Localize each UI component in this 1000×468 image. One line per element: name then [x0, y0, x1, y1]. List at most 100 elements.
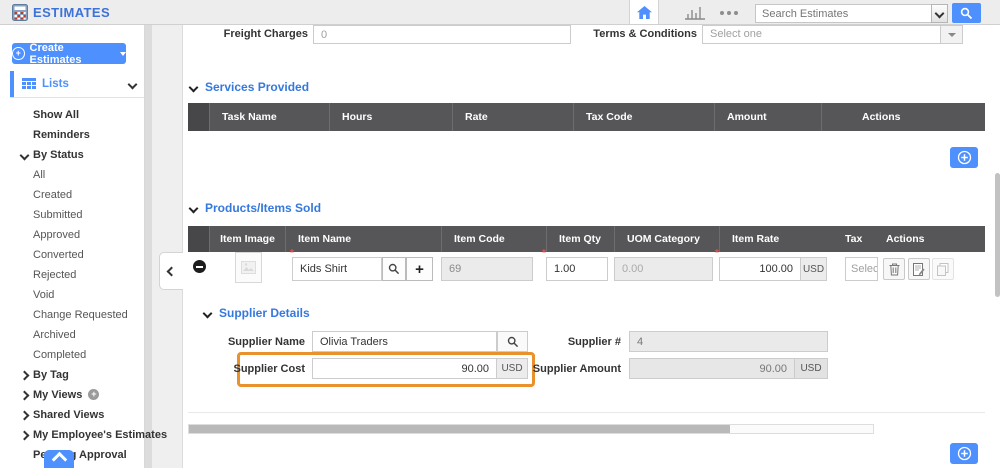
item-image-placeholder[interactable]	[235, 252, 262, 283]
search-icon	[960, 7, 973, 20]
home-icon	[637, 6, 652, 19]
sidebar-item-created[interactable]: Created	[0, 185, 145, 205]
chevron-right-icon	[20, 371, 30, 381]
column-item-image: Item Image	[209, 226, 285, 252]
services-lead-column	[188, 103, 209, 131]
chevron-right-icon	[20, 391, 30, 401]
reports-button[interactable]	[683, 5, 707, 20]
chevron-down-icon	[189, 203, 199, 213]
chevron-left-icon	[167, 266, 177, 276]
trash-icon	[889, 263, 900, 276]
sidebar-item-change-requested[interactable]: Change Requested	[0, 305, 145, 325]
item-name-input[interactable]	[292, 257, 382, 281]
create-estimates-label: Create Estimates	[30, 42, 115, 66]
chevron-down-icon	[189, 82, 199, 92]
products-table-header: Item Image Item Name Item Code Item Qty …	[188, 226, 985, 252]
chevron-right-icon	[20, 411, 30, 421]
services-table-header: Task Name Hours Rate Tax Code Amount Act…	[188, 103, 985, 131]
chevron-down-icon	[128, 79, 138, 89]
column-tax-code: Tax Code	[573, 103, 714, 131]
more-options-icon[interactable]	[720, 11, 738, 15]
label: By Status	[33, 149, 84, 161]
plus-circle-icon: +	[12, 47, 25, 60]
vertical-scrollbar-thumb[interactable]	[995, 173, 1000, 297]
sidebar-collapse-handle[interactable]	[159, 252, 183, 290]
supplier-section-header[interactable]: Supplier Details	[204, 306, 310, 320]
sidebar-item-completed[interactable]: Completed	[0, 345, 145, 365]
horizontal-scrollbar[interactable]	[188, 424, 874, 434]
scroll-to-top-button[interactable]	[44, 450, 74, 468]
search-input[interactable]	[755, 4, 939, 23]
add-product-button[interactable]	[950, 443, 978, 464]
sidebar-item-submitted[interactable]: Submitted	[0, 205, 145, 225]
supplier-name-input[interactable]	[312, 331, 497, 352]
search-icon	[507, 336, 519, 348]
column-item-name: Item Name	[285, 226, 441, 252]
item-code-input	[441, 257, 533, 281]
item-search-button[interactable]	[382, 257, 406, 281]
supplier-cost-input[interactable]	[312, 358, 497, 379]
products-section-header[interactable]: Products/Items Sold	[190, 201, 321, 215]
section-divider	[188, 412, 985, 413]
horizontal-scrollbar-thumb[interactable]	[189, 425, 730, 433]
sidebar-item-by-tag[interactable]: By Tag	[0, 365, 145, 385]
search-options-dropdown[interactable]	[931, 4, 948, 23]
sidebar-item-show-all[interactable]: Show All	[0, 105, 145, 125]
sidebar-item-my-employees-estimates[interactable]: My Employee's Estimates	[0, 425, 145, 445]
uom-category-input	[614, 257, 713, 281]
item-qty-input[interactable]	[546, 257, 608, 281]
caret-down-icon	[948, 33, 956, 37]
supplier-amount-label: Supplier Amount	[505, 363, 621, 375]
label: My Views	[33, 389, 82, 401]
freight-charges-input[interactable]	[313, 25, 571, 44]
sidebar-item-rejected[interactable]: Rejected	[0, 265, 145, 285]
lists-label: Lists	[42, 78, 69, 90]
sidebar-menu: Show All Reminders By Status All Created…	[0, 105, 145, 465]
add-service-button[interactable]	[950, 147, 978, 168]
supplier-number-label: Supplier #	[520, 336, 621, 348]
sidebar-item-reminders[interactable]: Reminders	[0, 125, 145, 145]
search-button[interactable]	[952, 3, 981, 23]
products-section-title: Products/Items Sold	[205, 201, 321, 215]
create-estimates-button[interactable]: + Create Estimates	[12, 43, 126, 64]
sidebar-item-by-status[interactable]: By Status	[0, 145, 145, 165]
item-rate-input[interactable]	[719, 257, 801, 281]
delete-row-button[interactable]	[883, 258, 905, 280]
remove-row-icon[interactable]	[193, 260, 206, 273]
tax-select[interactable]: Select	[845, 257, 878, 281]
sidebar-scrollbar[interactable]	[145, 25, 152, 468]
column-hours: Hours	[329, 103, 452, 131]
item-add-button[interactable]: +	[406, 257, 433, 281]
select-caret-box	[940, 26, 962, 43]
column-amount: Amount	[714, 103, 821, 131]
terms-conditions-label: Terms & Conditions	[560, 28, 697, 40]
terms-conditions-select[interactable]: Select one	[702, 25, 963, 44]
label: By Tag	[33, 369, 69, 381]
sidebar-item-shared-views[interactable]: Shared Views	[0, 405, 145, 425]
column-item-code: Item Code	[441, 226, 546, 252]
sidebar-item-lists[interactable]: Lists	[10, 71, 144, 98]
estimates-app: ESTIMATES	[0, 0, 1000, 468]
sidebar-item-void[interactable]: Void	[0, 285, 145, 305]
home-tab[interactable]	[629, 0, 659, 24]
supplier-amount-currency: USD	[795, 358, 828, 379]
sidebar-item-converted[interactable]: Converted	[0, 245, 145, 265]
supplier-cost-label: Supplier Cost	[190, 363, 305, 375]
services-section-header[interactable]: Services Provided	[190, 80, 309, 94]
supplier-number-input	[629, 331, 828, 352]
note-edit-icon	[913, 263, 925, 276]
sidebar-item-approved[interactable]: Approved	[0, 225, 145, 245]
add-view-icon[interactable]: +	[88, 389, 99, 400]
search-icon	[388, 263, 400, 275]
top-bar: ESTIMATES	[0, 0, 1000, 25]
item-rate-currency: USD	[801, 257, 827, 281]
edit-note-button[interactable]	[908, 258, 930, 280]
chevron-right-icon	[20, 431, 30, 441]
column-tax: Tax	[839, 226, 882, 252]
sidebar-item-all[interactable]: All	[0, 165, 145, 185]
sidebar-item-my-views[interactable]: My Views +	[0, 385, 145, 405]
sidebar-item-archived[interactable]: Archived	[0, 325, 145, 345]
supplier-section-title: Supplier Details	[219, 306, 310, 320]
chevron-down-icon	[20, 151, 30, 161]
copy-row-button[interactable]	[932, 258, 954, 280]
